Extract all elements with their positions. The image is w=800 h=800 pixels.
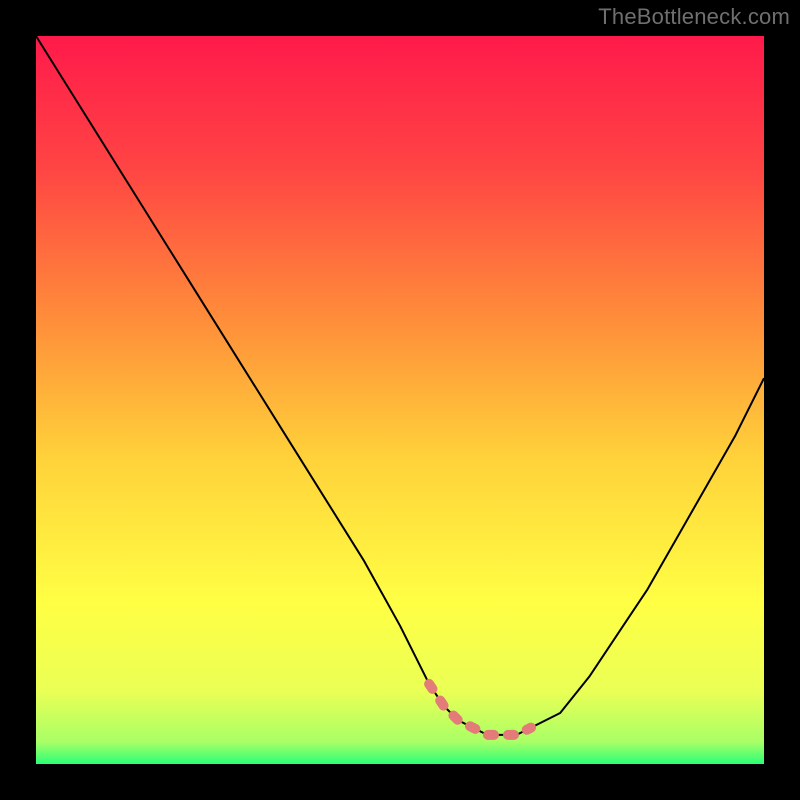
chart-canvas: TheBottleneck.com (0, 0, 800, 800)
plot-area (36, 36, 764, 764)
plot-svg (36, 36, 764, 764)
attribution-text: TheBottleneck.com (598, 4, 790, 30)
gradient-background (36, 36, 764, 764)
